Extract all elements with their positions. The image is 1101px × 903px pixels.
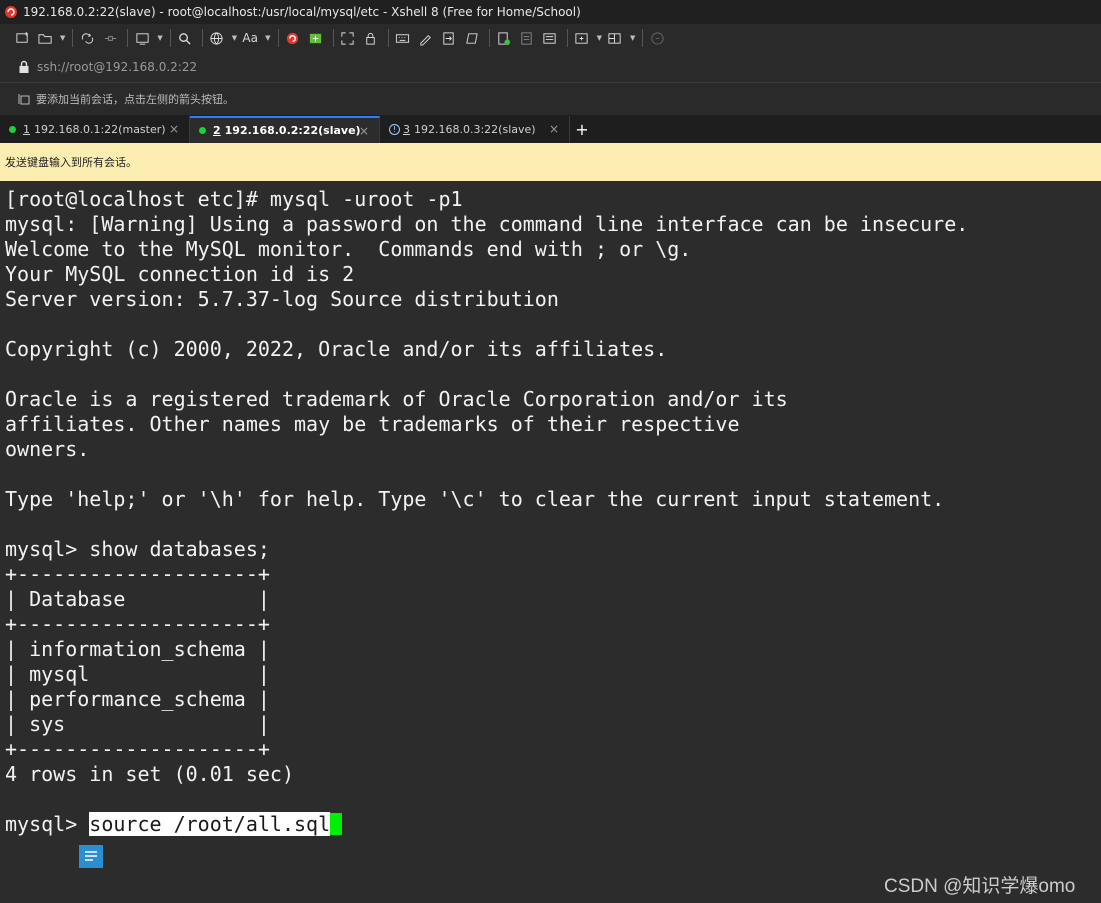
- compose-icon[interactable]: [462, 27, 482, 49]
- toolbar: ▼ ▼ ▼ Aa ▼ ▼ ▼: [0, 24, 1101, 52]
- terminal-line: | information_schema |: [5, 637, 270, 661]
- reconnect-icon[interactable]: [77, 27, 97, 49]
- add-session-arrow-icon[interactable]: [17, 92, 31, 106]
- toolbar-divider: [642, 29, 644, 47]
- open-dropdown-icon[interactable]: ▼: [60, 34, 65, 42]
- hint-text: 要添加当前会话，点击左侧的箭头按钮。: [36, 93, 234, 106]
- session-tabs: 1 192.168.0.1:22(master) × 2 192.168.0.2…: [0, 115, 1101, 143]
- globe-dropdown-icon[interactable]: ▼: [232, 34, 237, 42]
- toolbar-divider: [201, 29, 203, 47]
- open-folder-icon[interactable]: [35, 27, 55, 49]
- terminal-line: Copyright (c) 2000, 2022, Oracle and/or …: [5, 337, 668, 361]
- close-icon[interactable]: ×: [359, 124, 369, 138]
- mysql-prompt: mysql>: [5, 812, 90, 836]
- terminal-line: | performance_schema |: [5, 687, 270, 711]
- current-command: source /root/all.sql: [89, 812, 331, 836]
- session-address[interactable]: ssh://root@192.168.0.2:22: [37, 60, 197, 74]
- xftp-icon[interactable]: [306, 27, 326, 49]
- terminal-line: mysql: [Warning] Using a password on the…: [5, 212, 969, 236]
- toolbar-divider: [72, 29, 74, 47]
- terminal-line: +--------------------+: [5, 737, 270, 761]
- tab-label: 192.168.0.2:22(slave): [224, 124, 361, 137]
- font-dropdown-icon[interactable]: ▼: [265, 34, 270, 42]
- tab-slave-3[interactable]: ! 3 192.168.0.3:22(slave) ×: [380, 116, 570, 143]
- toolbar-divider: [332, 29, 334, 47]
- terminal-line: | mysql |: [5, 662, 270, 686]
- xshell-logo-icon[interactable]: [283, 27, 303, 49]
- address-bar: ssh://root@192.168.0.2:22: [0, 52, 1101, 82]
- ime-toolbar-icon[interactable]: [79, 845, 103, 868]
- terminal-line: Your MySQL connection id is 2: [5, 262, 355, 286]
- warning-status-icon: !: [389, 124, 400, 135]
- new-tab-dropdown-icon[interactable]: ▼: [157, 34, 162, 42]
- fullscreen-icon[interactable]: [338, 27, 358, 49]
- split-dropdown-icon[interactable]: ▼: [630, 34, 635, 42]
- script-icon[interactable]: [416, 27, 436, 49]
- broadcast-notice: 发送键盘输入到所有会话。: [0, 143, 1101, 181]
- window-title: 192.168.0.2:22(slave) - root@localhost:/…: [23, 5, 581, 19]
- terminal-line: mysql> show databases;: [5, 537, 270, 561]
- tab-label: 192.168.0.1:22(master): [34, 123, 166, 136]
- xshell-app-icon: [5, 6, 17, 18]
- capture-icon[interactable]: [517, 27, 537, 49]
- session-hint-bar: 要添加当前会话，点击左侧的箭头按钮。: [0, 83, 1101, 115]
- tab-master[interactable]: 1 192.168.0.1:22(master) ×: [0, 116, 190, 143]
- tab-slave-2[interactable]: 2 192.168.0.2:22(slave) ×: [190, 116, 380, 143]
- tab-index: 3: [403, 123, 410, 136]
- close-icon[interactable]: ×: [169, 122, 179, 136]
- lock-icon: [19, 60, 29, 73]
- new-tab-icon[interactable]: [132, 27, 152, 49]
- terminal-line: Oracle is a registered trademark of Orac…: [5, 387, 788, 411]
- layout-icon[interactable]: [572, 27, 592, 49]
- connected-status-icon: [9, 126, 16, 133]
- help-icon[interactable]: [647, 27, 667, 49]
- transfer-icon[interactable]: [439, 27, 459, 49]
- font-icon[interactable]: Aa: [240, 27, 260, 49]
- layout-dropdown-icon[interactable]: ▼: [597, 34, 602, 42]
- terminal-line: +--------------------+: [5, 562, 270, 586]
- terminal-line: Type 'help;' or '\h' for help. Type '\c'…: [5, 487, 945, 511]
- watermark: CSDN @知识学爆omo: [884, 876, 1076, 897]
- tab-index: 1: [23, 123, 30, 136]
- title-bar: 192.168.0.2:22(slave) - root@localhost:/…: [0, 0, 1101, 24]
- notes-icon[interactable]: [540, 27, 560, 49]
- toolbar-divider: [488, 29, 490, 47]
- terminal-line: [root@localhost etc]# mysql -uroot -p1: [5, 187, 463, 211]
- terminal-prompt-line[interactable]: mysql> source /root/all.sql: [5, 812, 1101, 837]
- new-session-icon[interactable]: [12, 27, 32, 49]
- terminal-line: | Database |: [5, 587, 270, 611]
- tab-label: 192.168.0.3:22(slave): [414, 123, 536, 136]
- toolbar-divider: [127, 29, 129, 47]
- toolbar-divider: [566, 29, 568, 47]
- terminal-output[interactable]: [root@localhost etc]# mysql -uroot -p1 my…: [0, 181, 1101, 903]
- connected-status-icon: [199, 127, 206, 134]
- terminal-line: Server version: 5.7.37-log Source distri…: [5, 287, 559, 311]
- close-icon[interactable]: ×: [549, 122, 559, 136]
- keyboard-icon[interactable]: [393, 27, 413, 49]
- terminal-line: +--------------------+: [5, 612, 270, 636]
- disconnect-icon[interactable]: [100, 27, 120, 49]
- lock-icon[interactable]: [361, 27, 381, 49]
- split-icon[interactable]: [605, 27, 625, 49]
- toolbar-divider: [387, 29, 389, 47]
- terminal-line: | sys |: [5, 712, 270, 736]
- tab-index: 2: [213, 124, 221, 137]
- terminal-lines: [root@localhost etc]# mysql -uroot -p1 my…: [5, 187, 1101, 812]
- terminal-line: owners.: [5, 437, 90, 461]
- terminal-cursor: [330, 813, 343, 835]
- toolbar-divider: [169, 29, 171, 47]
- find-icon[interactable]: [175, 27, 195, 49]
- terminal-line: affiliates. Other names may be trademark…: [5, 412, 740, 436]
- add-tab-button[interactable]: +: [570, 116, 594, 143]
- log-icon[interactable]: [494, 27, 514, 49]
- toolbar-divider: [277, 29, 279, 47]
- terminal-line: 4 rows in set (0.01 sec): [5, 762, 294, 786]
- terminal-line: Welcome to the MySQL monitor. Commands e…: [5, 237, 692, 261]
- globe-icon[interactable]: [207, 27, 227, 49]
